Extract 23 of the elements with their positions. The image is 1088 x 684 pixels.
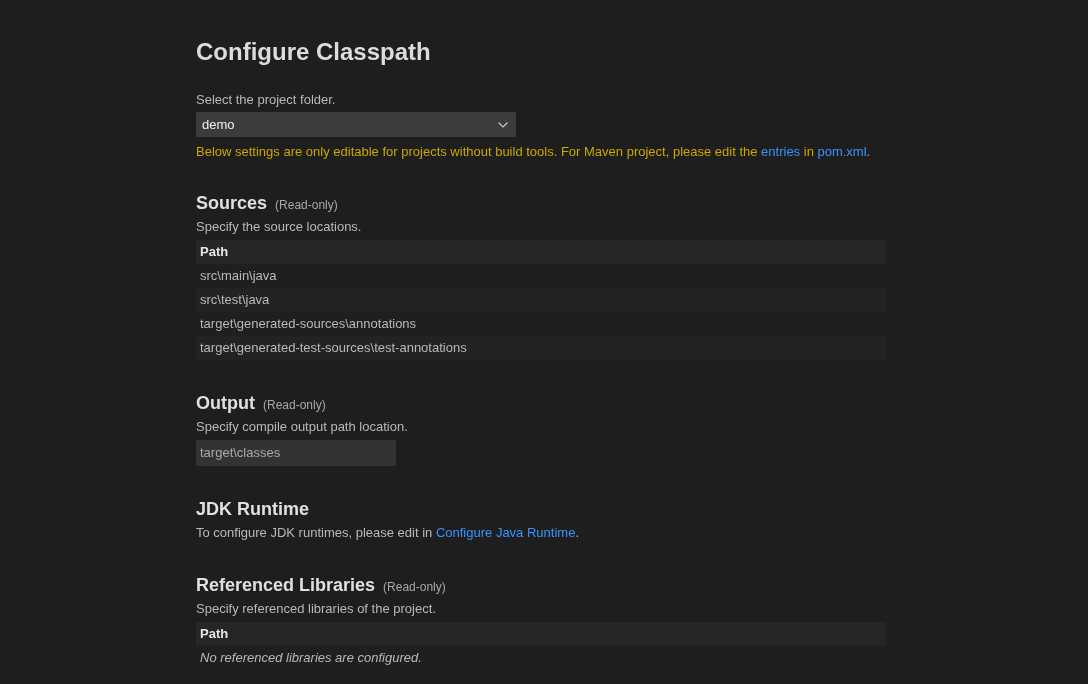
read-only-note: (Read-only)	[263, 398, 326, 412]
project-select[interactable]: demo	[196, 112, 516, 137]
section-title: Referenced Libraries	[196, 574, 376, 596]
section-description: Specify the source locations.	[196, 218, 362, 236]
field-label: Select the project folder.	[196, 91, 336, 109]
read-only-note: (Read-only)	[275, 198, 338, 212]
text-link[interactable]: entries	[761, 144, 801, 159]
table-cell: src\test\java	[196, 288, 886, 312]
section-description: Specify compile output path location.	[196, 418, 408, 436]
chevron-down-icon	[498, 121, 508, 128]
section-description: To configure JDK runtimes, please edit in Configure Java Runtime.	[196, 524, 579, 542]
column-header: Path	[196, 622, 886, 646]
section-description: Specify referenced libraries of the project.	[196, 600, 436, 618]
section-title: Output	[196, 392, 255, 414]
section-title: Sources	[196, 192, 268, 214]
read-only-note: (Read-only)	[383, 580, 446, 594]
page-title: Configure Classpath	[196, 37, 431, 66]
section-title: JDK Runtime	[196, 498, 309, 520]
warning-message: Below settings are only editable for projects without build tools. For Maven project, please edit the entries in pom.xml.	[196, 143, 871, 161]
column-header: Path	[196, 240, 886, 264]
output-path-field[interactable]: target\classes	[196, 440, 396, 466]
text-link[interactable]: pom.xml	[817, 144, 867, 159]
table-cell: target\generated-test-sources\test-annotations	[196, 336, 886, 360]
